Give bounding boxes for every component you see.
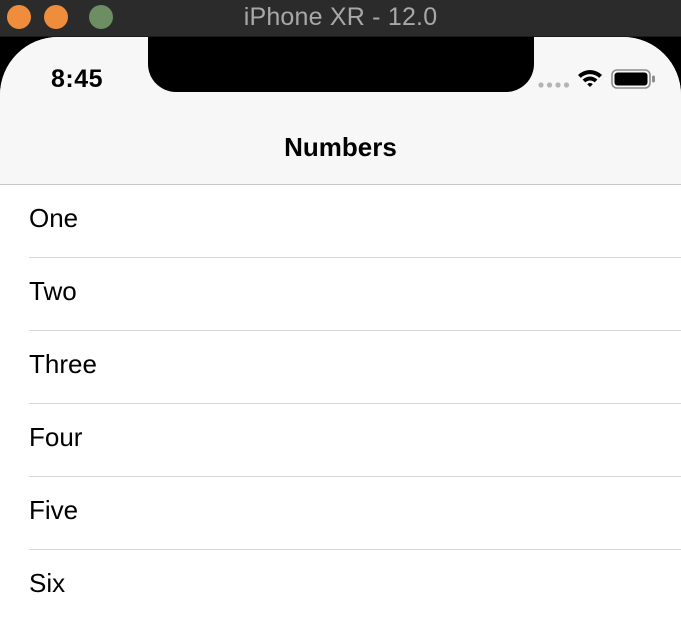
cellular-signal-icon xyxy=(538,82,570,88)
device-screen: 8:45 Numbers One Two Three Four Five Six xyxy=(0,37,681,622)
window-title-bar[interactable]: iPhone XR - 12.0 xyxy=(0,0,681,37)
battery-icon xyxy=(611,69,655,89)
table-row-three[interactable]: Three xyxy=(0,331,681,404)
table-row-five[interactable]: Five xyxy=(0,477,681,550)
simulator-window: iPhone XR - 12.0 8:45 Numbers One Two Th… xyxy=(0,0,681,622)
page-title: Numbers xyxy=(284,132,397,162)
table-row-one[interactable]: One xyxy=(0,185,681,258)
device-notch xyxy=(148,37,534,92)
row-label: One xyxy=(29,203,79,233)
table-row-four[interactable]: Four xyxy=(0,404,681,477)
navigation-bar: 8:45 Numbers xyxy=(0,37,681,185)
wifi-icon xyxy=(578,70,602,87)
numbers-table: One Two Three Four Five Six xyxy=(0,185,681,622)
table-row-two[interactable]: Two xyxy=(0,258,681,331)
row-label: Six xyxy=(29,568,66,598)
row-label: Two xyxy=(29,276,77,306)
row-label: Three xyxy=(29,349,97,379)
table-row-six[interactable]: Six xyxy=(0,550,681,622)
row-label: Four xyxy=(29,422,83,452)
row-label: Five xyxy=(29,495,79,525)
window-title: iPhone XR - 12.0 xyxy=(243,3,438,31)
status-bar-time: 8:45 xyxy=(51,65,104,93)
